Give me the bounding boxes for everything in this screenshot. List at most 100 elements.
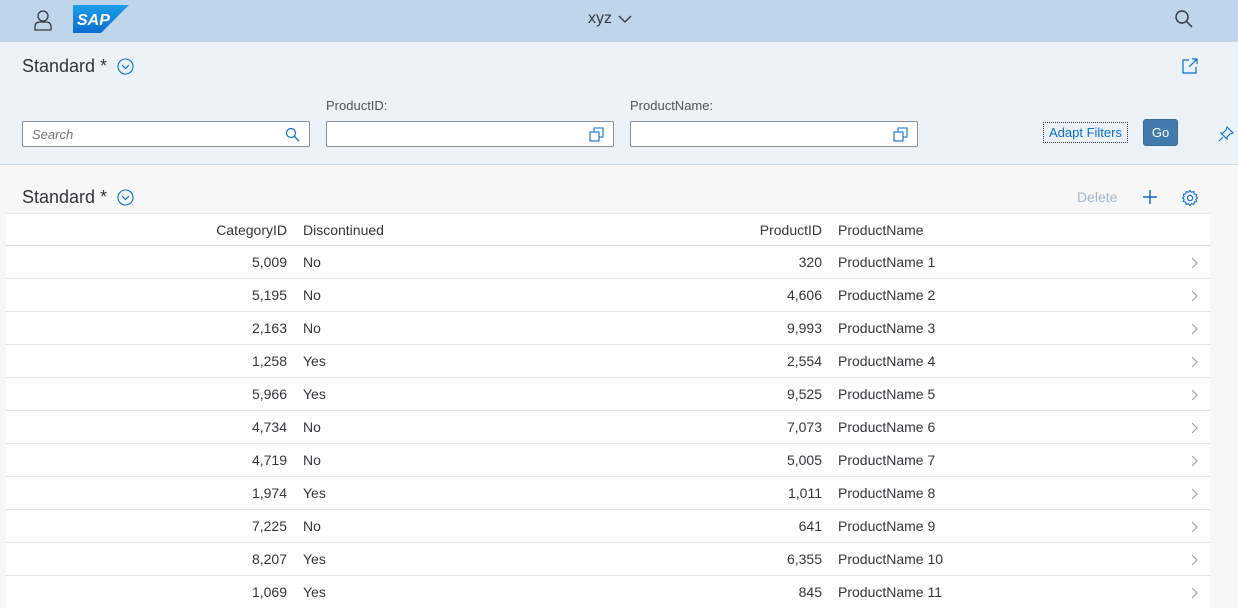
cell-productid: 5,005	[786, 452, 822, 468]
chevron-right-icon[interactable]	[1188, 586, 1200, 600]
go-button[interactable]: Go	[1143, 119, 1178, 146]
table-row[interactable]: 5,195 No 4,606 ProductName 2	[6, 279, 1210, 312]
table-row[interactable]: 5,966 Yes 9,525 ProductName 5	[6, 378, 1210, 411]
cell-productid: 845	[798, 584, 822, 600]
table-row[interactable]: 2,163 No 9,993 ProductName 3	[6, 312, 1210, 345]
gear-icon[interactable]	[1181, 189, 1199, 207]
table-variant-label: Standard *	[22, 187, 108, 207]
cell-productid: 6,355	[786, 551, 822, 567]
delete-button[interactable]: Delete	[1077, 189, 1117, 205]
cell-productname: ProductName 8	[838, 485, 936, 501]
table-row[interactable]: 8,207 Yes 6,355 ProductName 10	[6, 543, 1210, 576]
cell-categoryid: 5,195	[251, 287, 287, 303]
cell-categoryid: 1,974	[251, 485, 287, 501]
user-icon[interactable]	[33, 9, 53, 31]
pin-icon[interactable]	[1218, 126, 1234, 142]
share-icon[interactable]	[1181, 57, 1199, 75]
product-id-field[interactable]	[326, 121, 614, 147]
products-table: CategoryID Discontinued ProductID Produc…	[6, 213, 1210, 608]
cell-productname: ProductName 1	[838, 254, 936, 270]
app-title-menu[interactable]: xyz	[588, 10, 632, 28]
chevron-right-icon[interactable]	[1188, 421, 1200, 435]
search-placeholder: Search	[32, 127, 74, 142]
sap-logo[interactable]: SAP	[73, 5, 129, 33]
search-input[interactable]: Search	[22, 121, 310, 147]
cell-productname: ProductName 5	[838, 386, 936, 402]
cell-discontinued: Yes	[303, 584, 326, 600]
cell-productid: 9,525	[786, 386, 822, 402]
cell-categoryid: 2,163	[251, 320, 287, 336]
chevron-right-icon[interactable]	[1188, 520, 1200, 534]
column-header-productname[interactable]: ProductName	[838, 214, 924, 247]
chevron-right-icon[interactable]	[1188, 355, 1200, 369]
cell-productname: ProductName 11	[838, 584, 943, 600]
table-row[interactable]: 4,734 No 7,073 ProductName 6	[6, 411, 1210, 444]
product-id-label: ProductID:	[326, 98, 388, 113]
table-row[interactable]: 1,258 Yes 2,554 ProductName 4	[6, 345, 1210, 378]
cell-discontinued: No	[303, 254, 321, 270]
cell-discontinued: No	[303, 287, 321, 303]
column-header-categoryid[interactable]: CategoryID	[216, 214, 287, 247]
filter-variant-selector[interactable]: Standard *	[22, 56, 134, 77]
circle-chevron-down-icon[interactable]	[117, 189, 134, 206]
cell-discontinued: Yes	[303, 386, 326, 402]
chevron-right-icon[interactable]	[1188, 256, 1200, 270]
chevron-right-icon[interactable]	[1188, 553, 1200, 567]
product-name-field[interactable]	[630, 121, 918, 147]
filter-variant-label: Standard *	[22, 56, 108, 76]
table-header: CategoryID Discontinued ProductID Produc…	[6, 213, 1210, 246]
cell-productname: ProductName 4	[838, 353, 936, 369]
cell-categoryid: 1,258	[251, 353, 287, 369]
filter-bar: Standard * ProductID: ProductName: Searc…	[0, 42, 1238, 165]
cell-productname: ProductName 7	[838, 452, 936, 468]
chevron-right-icon[interactable]	[1188, 487, 1200, 501]
cell-discontinued: Yes	[303, 485, 326, 501]
cell-productid: 320	[798, 254, 822, 270]
app-title: xyz	[588, 10, 612, 27]
table-variant-selector[interactable]: Standard *	[22, 187, 134, 208]
cell-categoryid: 5,966	[251, 386, 287, 402]
table-row[interactable]: 1,069 Yes 845 ProductName 11	[6, 576, 1210, 608]
chevron-right-icon[interactable]	[1188, 454, 1200, 468]
cell-productid: 641	[798, 518, 822, 534]
cell-discontinued: No	[303, 518, 321, 534]
table-row[interactable]: 1,974 Yes 1,011 ProductName 8	[6, 477, 1210, 510]
cell-discontinued: Yes	[303, 353, 326, 369]
search-icon[interactable]	[285, 127, 300, 142]
chevron-right-icon[interactable]	[1188, 289, 1200, 303]
chevron-right-icon[interactable]	[1188, 322, 1200, 336]
column-header-discontinued[interactable]: Discontinued	[303, 214, 384, 247]
value-help-icon[interactable]	[589, 127, 604, 142]
add-icon[interactable]	[1142, 189, 1158, 205]
cell-productid: 2,554	[786, 353, 822, 369]
cell-productname: ProductName 3	[838, 320, 936, 336]
chevron-down-icon	[618, 15, 632, 23]
cell-productid: 4,606	[786, 287, 822, 303]
value-help-icon[interactable]	[893, 127, 908, 142]
cell-productid: 9,993	[786, 320, 822, 336]
table-row[interactable]: 7,225 No 641 ProductName 9	[6, 510, 1210, 543]
cell-productname: ProductName 6	[838, 419, 936, 435]
column-header-productid[interactable]: ProductID	[760, 214, 822, 247]
sap-logo-text: SAP	[77, 12, 110, 29]
cell-productname: ProductName 9	[838, 518, 936, 534]
cell-productid: 7,073	[786, 419, 822, 435]
search-icon[interactable]	[1174, 9, 1194, 29]
cell-categoryid: 4,719	[251, 452, 287, 468]
cell-productname: ProductName 10	[838, 551, 944, 567]
cell-categoryid: 7,225	[251, 518, 287, 534]
cell-categoryid: 4,734	[251, 419, 287, 435]
cell-productid: 1,011	[788, 485, 822, 501]
table-row[interactable]: 4,719 No 5,005 ProductName 7	[6, 444, 1210, 477]
cell-discontinued: No	[303, 419, 321, 435]
table-body: 5,009 No 320 ProductName 1 5,195 No 4,606 Produ…	[6, 246, 1210, 608]
table-row[interactable]: 5,009 No 320 ProductName 1	[6, 246, 1210, 279]
cell-productname: ProductName 2	[838, 287, 936, 303]
cell-categoryid: 5,009	[251, 254, 287, 270]
shell-bar: SAP xyz	[0, 0, 1238, 42]
cell-discontinued: No	[303, 320, 321, 336]
adapt-filters-button[interactable]: Adapt Filters	[1043, 122, 1128, 143]
chevron-right-icon[interactable]	[1188, 388, 1200, 402]
circle-chevron-down-icon[interactable]	[117, 58, 134, 75]
cell-discontinued: Yes	[303, 551, 326, 567]
